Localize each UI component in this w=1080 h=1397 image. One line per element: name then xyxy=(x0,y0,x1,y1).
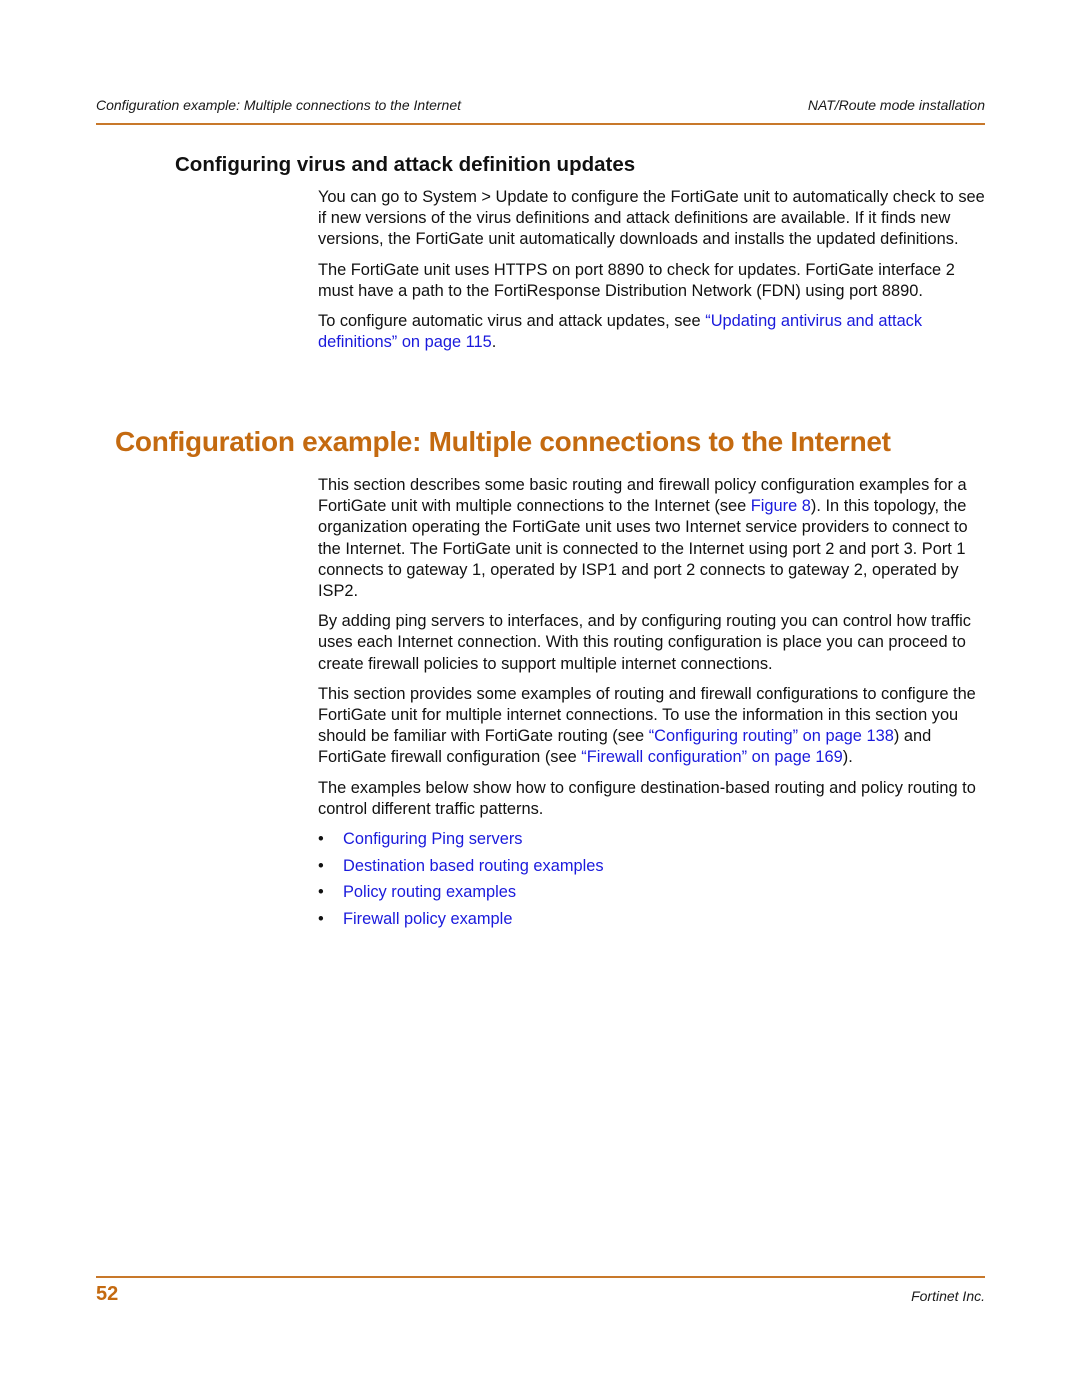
section-heading: Configuration example: Multiple connecti… xyxy=(115,426,891,457)
bullet-icon: • xyxy=(318,856,324,875)
paragraph: To configure automatic virus and attack … xyxy=(318,311,990,353)
footer-rule xyxy=(96,1276,985,1278)
paragraph: The examples below show how to configure… xyxy=(318,778,976,818)
list-item: • Destination based routing examples xyxy=(318,856,990,883)
link-policy-routing[interactable]: Policy routing examples xyxy=(343,883,516,901)
header-rule xyxy=(96,123,985,125)
text: ). xyxy=(842,748,853,767)
page-number: 52 xyxy=(96,1283,119,1305)
section2-body: This section describes some basic routin… xyxy=(318,475,990,935)
bullet-icon: • xyxy=(318,909,324,928)
link-destination-routing[interactable]: Destination based routing examples xyxy=(343,857,604,875)
link-firewall-policy[interactable]: Firewall policy example xyxy=(343,910,512,928)
footer-company: Fortinet Inc. xyxy=(911,1288,985,1304)
paragraph: This section provides some examples of r… xyxy=(318,684,990,769)
paragraph: The FortiGate unit uses HTTPS on port 88… xyxy=(318,260,955,300)
paragraph: You can go to System > Update to configu… xyxy=(318,188,985,249)
list-item: • Configuring Ping servers xyxy=(318,829,990,856)
bullet-icon: • xyxy=(318,830,324,849)
section1-body: You can go to System > Update to configu… xyxy=(318,187,990,362)
header-section-title: NAT/Route mode installation xyxy=(807,97,985,113)
link-firewall-configuration[interactable]: “Firewall configuration” on page 169 xyxy=(581,748,843,766)
bullet-list: • Configuring Ping servers • Destination b… xyxy=(318,829,990,935)
subsection-heading: Configuring virus and attack definition … xyxy=(175,153,636,176)
bullet-icon: • xyxy=(318,883,324,902)
link-configuring-routing[interactable]: “Configuring routing” on page 138 xyxy=(649,727,894,745)
text: To configure automatic virus and attack … xyxy=(318,312,706,331)
paragraph: This section describes some basic routin… xyxy=(318,475,990,602)
text: . xyxy=(491,333,497,352)
header-chapter-title: Configuration example: Multiple connecti… xyxy=(96,97,461,113)
list-item: • Policy routing examples xyxy=(318,882,990,909)
link-figure-8[interactable]: Figure 8 xyxy=(751,497,811,515)
list-item: • Firewall policy example xyxy=(318,909,990,936)
paragraph: By adding ping servers to interfaces, an… xyxy=(318,612,971,673)
link-configuring-ping-servers[interactable]: Configuring Ping servers xyxy=(343,830,522,848)
